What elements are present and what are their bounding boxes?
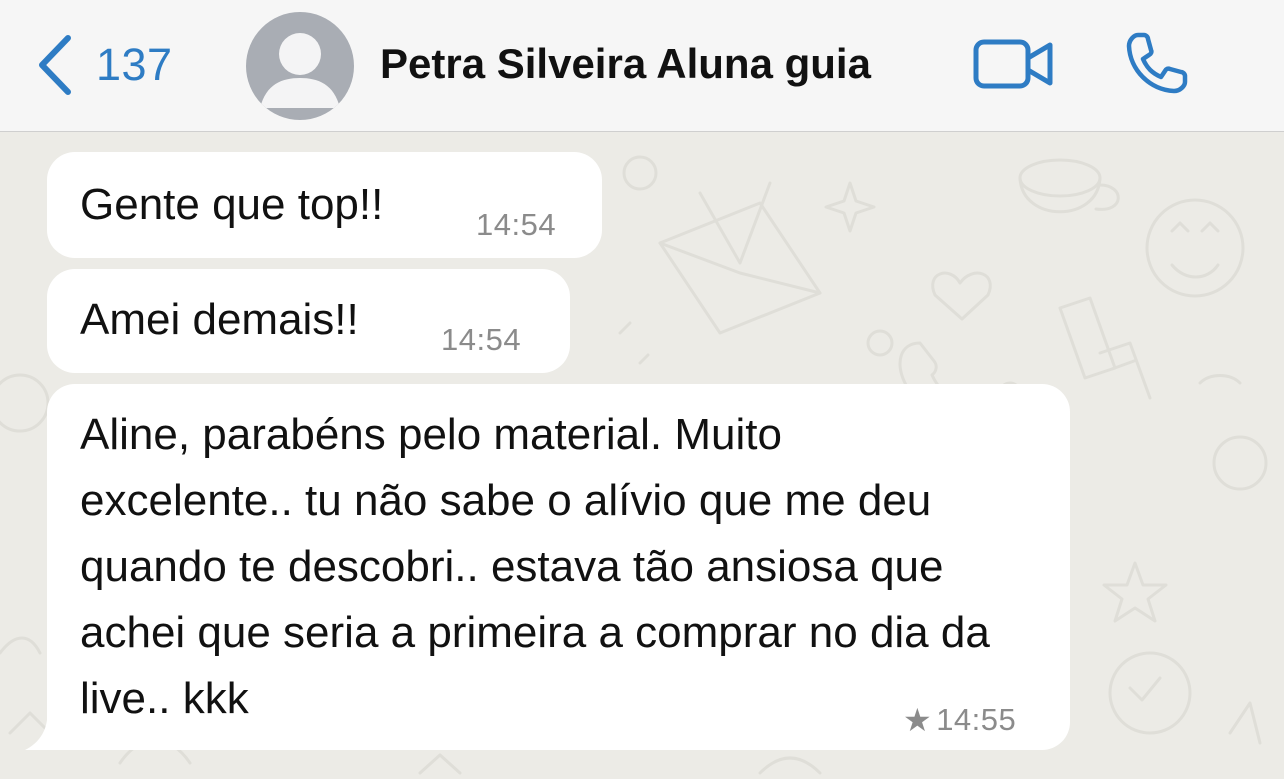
- message-time: 14:54: [476, 207, 557, 242]
- voice-call-button[interactable]: [1124, 30, 1190, 96]
- video-call-button[interactable]: [972, 36, 1056, 92]
- message-time-group: ★ 14:55: [903, 696, 1016, 744]
- contact-name[interactable]: Petra Silveira Aluna guia: [380, 40, 871, 88]
- chat-area[interactable]: Gente que top!! 14:54 Amei demais!! 14:5…: [0, 133, 1284, 779]
- message-time: 14:54: [441, 322, 522, 357]
- message-bubble[interactable]: Aline, parabéns pelo material. Muito exc…: [47, 384, 1070, 750]
- star-icon: ★: [903, 702, 933, 738]
- person-silhouette-icon: [260, 33, 340, 108]
- message-bubble[interactable]: Gente que top!! 14:54: [47, 152, 602, 258]
- message-text: Aline, parabéns pelo material. Muito exc…: [80, 410, 990, 723]
- message-text: Gente que top!!: [80, 180, 384, 229]
- avatar[interactable]: [246, 12, 354, 120]
- unread-count: 137: [96, 39, 173, 90]
- back-button[interactable]: 137: [34, 30, 173, 100]
- message-bubble[interactable]: Amei demais!! 14:54: [47, 269, 570, 373]
- chat-header: 137 Petra Silveira Aluna guia: [0, 0, 1284, 132]
- message-time: 14:55: [936, 701, 1017, 737]
- video-camera-icon: [973, 39, 1053, 89]
- chevron-left-icon: [39, 35, 71, 95]
- phone-icon: [1126, 32, 1188, 94]
- message-text: Amei demais!!: [80, 295, 359, 344]
